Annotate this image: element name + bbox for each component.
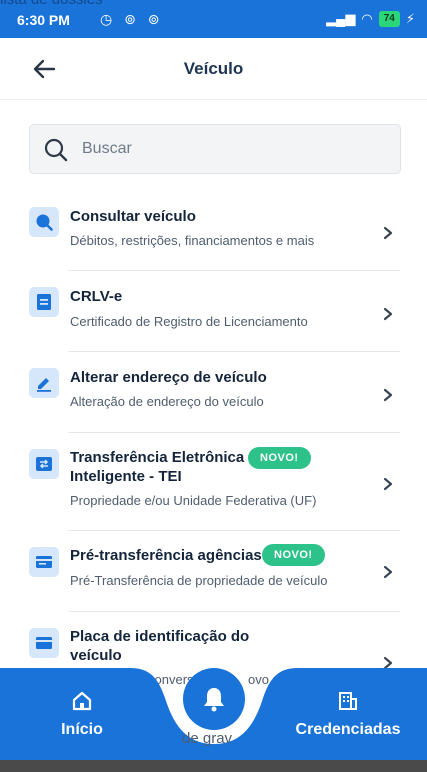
search-icon [44, 138, 68, 162]
card-icon [36, 556, 52, 568]
building-icon [339, 692, 357, 710]
item-subtitle: Débitos, restrições, financiamentos e ma… [70, 233, 315, 248]
item-icon-box [29, 287, 59, 317]
chevron-right-icon [383, 307, 393, 321]
app-screen: lista de dossies 6:30 PM ◷ ⊚ ⊚ ▂▄▆ ◠ 74 … [0, 0, 427, 772]
item-title: CRLV-e [70, 288, 123, 305]
edit-icon [37, 378, 51, 392]
list-item-pre-transferencia[interactable]: Pré-transferência agências NOVO! Pré-Tra… [0, 531, 427, 612]
partial-text-below: de grav [182, 730, 233, 747]
search-input[interactable] [82, 125, 382, 173]
list-item-consultar-veiculo[interactable]: Consultar veículo Débitos, restrições, f… [0, 190, 427, 271]
item-icon-box [29, 368, 59, 398]
item-title: Pré-transferência agências [70, 547, 262, 564]
search-bar[interactable] [29, 124, 401, 174]
item-subtitle: Alteração de endereço do veículo [70, 394, 264, 409]
item-icon-box [29, 547, 59, 577]
chevron-right-icon [383, 565, 393, 579]
transfer-icon [36, 457, 52, 471]
new-badge: NOVO! [248, 447, 311, 469]
item-title: Consultar veículo [70, 208, 196, 225]
chevron-right-icon [383, 226, 393, 240]
list-item-crlv-e[interactable]: CRLV-e Certificado de Registro de Licenc… [0, 271, 427, 352]
item-title-line2: veículo [70, 647, 122, 664]
list-item-alterar-endereco[interactable]: Alterar endereço de veículo Alteração de… [0, 352, 427, 433]
status-bar: lista de dossies 6:30 PM ◷ ⊚ ⊚ ▂▄▆ ◠ 74 … [0, 0, 427, 38]
card-icon [36, 637, 52, 649]
nav-home-label: Início [61, 721, 103, 738]
app-header: Veículo [0, 38, 427, 100]
wifi-icon: ◠ [361, 11, 373, 26]
nav-accredited[interactable]: Credenciadas [293, 690, 403, 739]
nav-home[interactable]: Início [52, 690, 112, 739]
item-icon-box [29, 207, 59, 237]
status-right: ▂▄▆ ◠ 74 ⚡ [326, 11, 415, 27]
item-title-line1: Transferência Eletrônica [70, 449, 245, 466]
search-icon [36, 214, 53, 231]
chevron-right-icon [383, 388, 393, 402]
item-subtitle: Propriedade e/ou Unidade Federativa (UF) [70, 493, 317, 508]
home-icon [72, 691, 92, 711]
item-icon-box [29, 449, 59, 479]
charging-icon: ⚡ [405, 11, 415, 26]
status-time: 6:30 PM [17, 12, 70, 28]
item-title-line2: Inteligente - TEI [70, 468, 182, 485]
notifications-button[interactable] [183, 668, 245, 730]
list-item-transferencia-tei[interactable]: Transferência Eletrônica Inteligente - T… [0, 433, 427, 531]
bell-icon [204, 688, 224, 712]
item-icon-box [29, 628, 59, 658]
item-subtitle: Pré-Transferência de propriedade de veíc… [70, 573, 328, 588]
item-subtitle: Certificado de Registro de Licenciamento [70, 314, 308, 329]
item-title: Alterar endereço de veículo [70, 369, 267, 386]
notification-icons: ◷ ⊚ ⊚ [100, 11, 164, 27]
document-icon [37, 294, 51, 310]
battery-icon: 74 [378, 11, 400, 27]
page-title: Veículo [183, 59, 244, 78]
signal-icon: ▂▄▆ [326, 11, 356, 26]
nav-accredited-label: Credenciadas [295, 721, 401, 738]
overlay-text: lista de dossies [0, 0, 103, 8]
chevron-right-icon [383, 477, 393, 491]
system-navigation-bar [0, 760, 427, 772]
new-badge: NOVO! [262, 544, 325, 566]
item-title-line1: Placa de identificação do [70, 628, 250, 645]
